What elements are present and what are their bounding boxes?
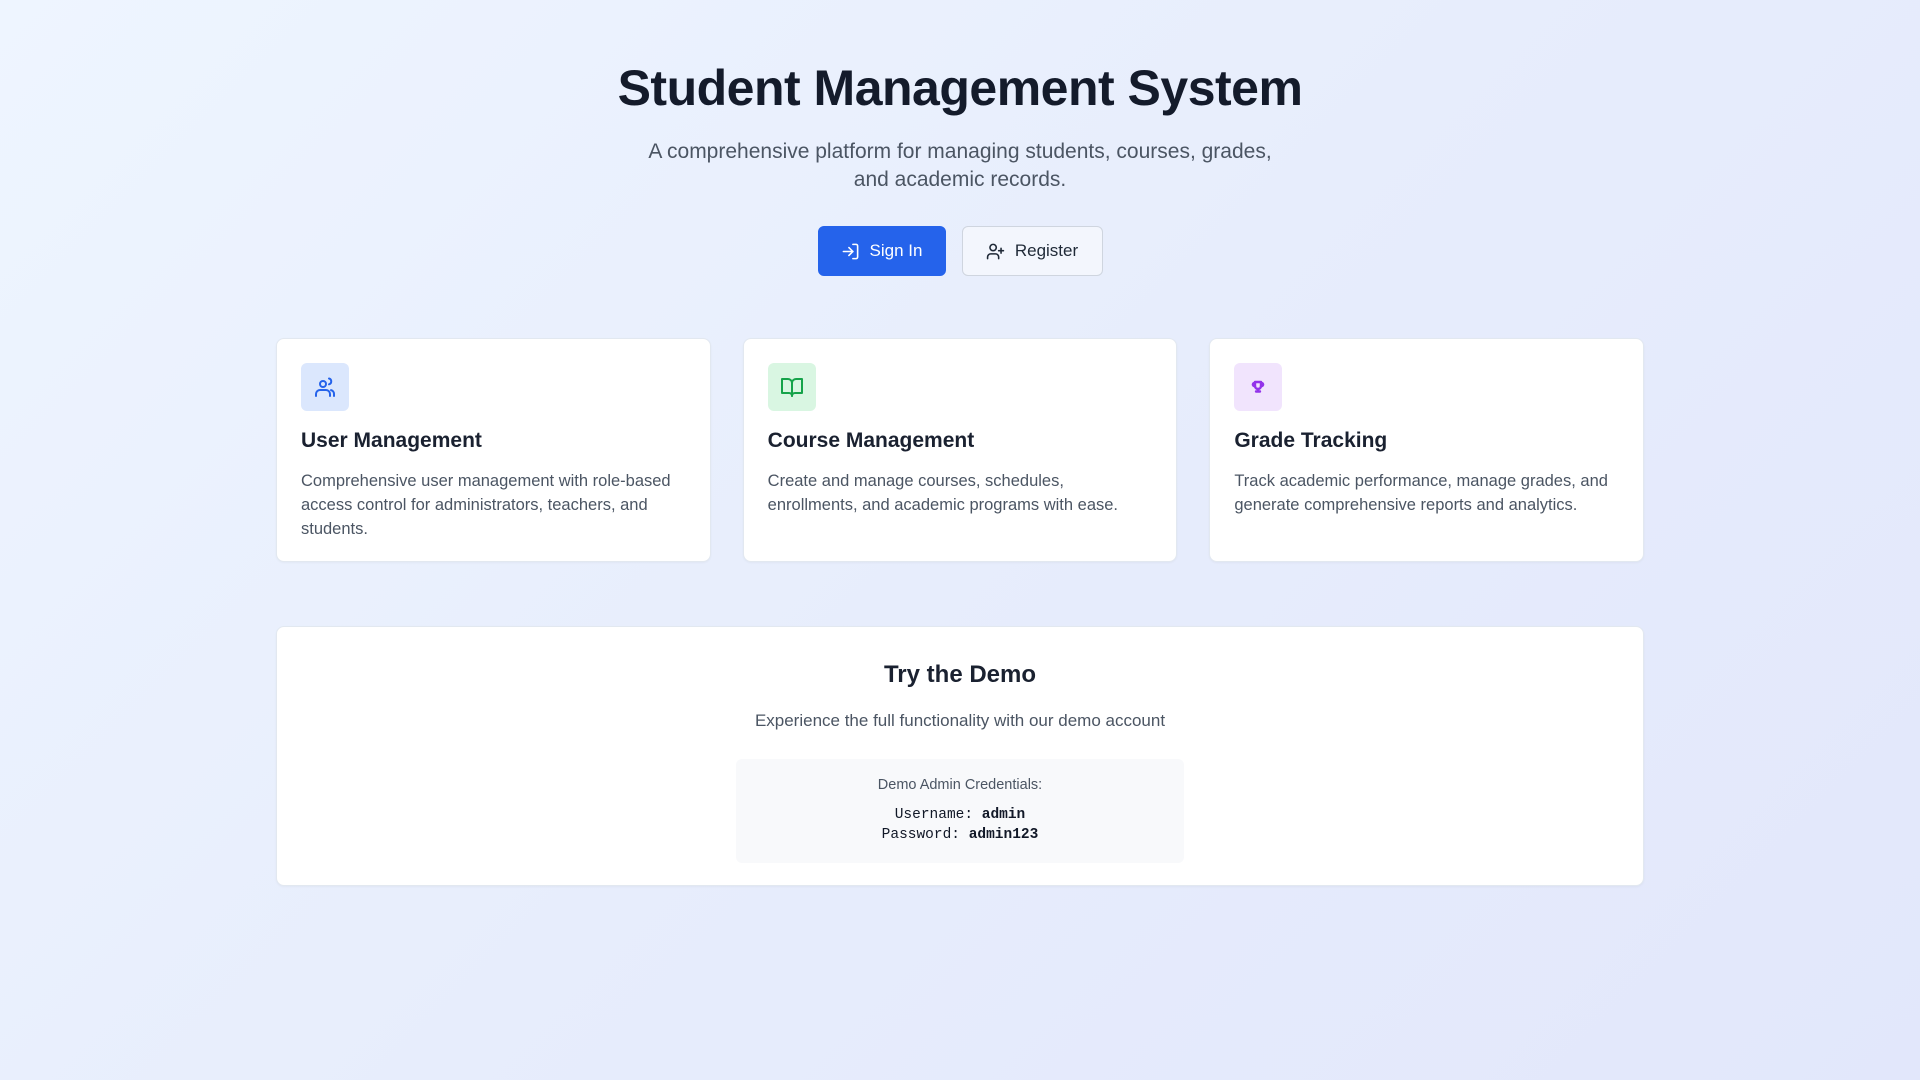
register-label: Register	[1014, 241, 1079, 260]
feature-description: Comprehensive user management with role-…	[301, 472, 671, 538]
hero-section: Student Management System A comprehensiv…	[0, 0, 1920, 276]
username-label: Username:	[894, 807, 982, 823]
book-open-icon	[780, 378, 803, 397]
feature-icon-box	[301, 363, 349, 411]
users-icon	[315, 377, 336, 397]
page-title: Student Management System	[617, 60, 1303, 116]
sign-in-label: Sign In	[869, 241, 923, 260]
password-label: Password:	[881, 827, 969, 843]
user-plus-icon	[986, 243, 1005, 259]
feature-title: Grade Tracking	[1234, 429, 1388, 452]
feature-description: Track academic performance, manage grade…	[1234, 472, 1608, 514]
feature-card-grade-tracking: Grade Tracking Track academic performanc…	[1209, 338, 1645, 562]
demo-section: Try the Demo Experience the full functio…	[276, 626, 1644, 886]
demo-credentials-box: Demo Admin Credentials: Username: admin …	[736, 759, 1184, 863]
password-value: admin123	[968, 827, 1039, 843]
username-value: admin	[981, 807, 1026, 823]
credentials-title: Demo Admin Credentials:	[877, 777, 1043, 793]
feature-title: Course Management	[767, 429, 975, 452]
password-line: Password: admin123	[752, 825, 1168, 845]
features-grid: User Management Comprehensive user manag…	[276, 338, 1645, 562]
page-subtitle: A comprehensive platform for managing st…	[648, 140, 1272, 191]
feature-card-course-management: Course Management Create and manage cour…	[742, 338, 1178, 562]
hero-actions: Sign In Register	[0, 226, 1920, 276]
demo-subtitle: Experience the full functionality with o…	[754, 711, 1166, 730]
feature-description: Create and manage courses, schedules, en…	[767, 472, 1119, 514]
sign-in-button[interactable]: Sign In	[817, 226, 946, 276]
feature-icon-box	[1234, 363, 1283, 411]
log-in-icon	[842, 243, 858, 259]
username-line: Username: admin	[752, 805, 1168, 825]
feature-title: User Management	[301, 429, 482, 452]
register-button[interactable]: Register	[961, 226, 1103, 276]
feature-icon-box	[767, 363, 816, 411]
feature-card-user-management: User Management Comprehensive user manag…	[276, 338, 711, 562]
demo-title: Try the Demo	[883, 661, 1037, 688]
credentials-lines: Username: admin Password: admin123	[752, 805, 1168, 845]
award-icon	[1252, 380, 1265, 393]
landing-page: Student Management System A comprehensiv…	[0, 0, 1920, 1080]
